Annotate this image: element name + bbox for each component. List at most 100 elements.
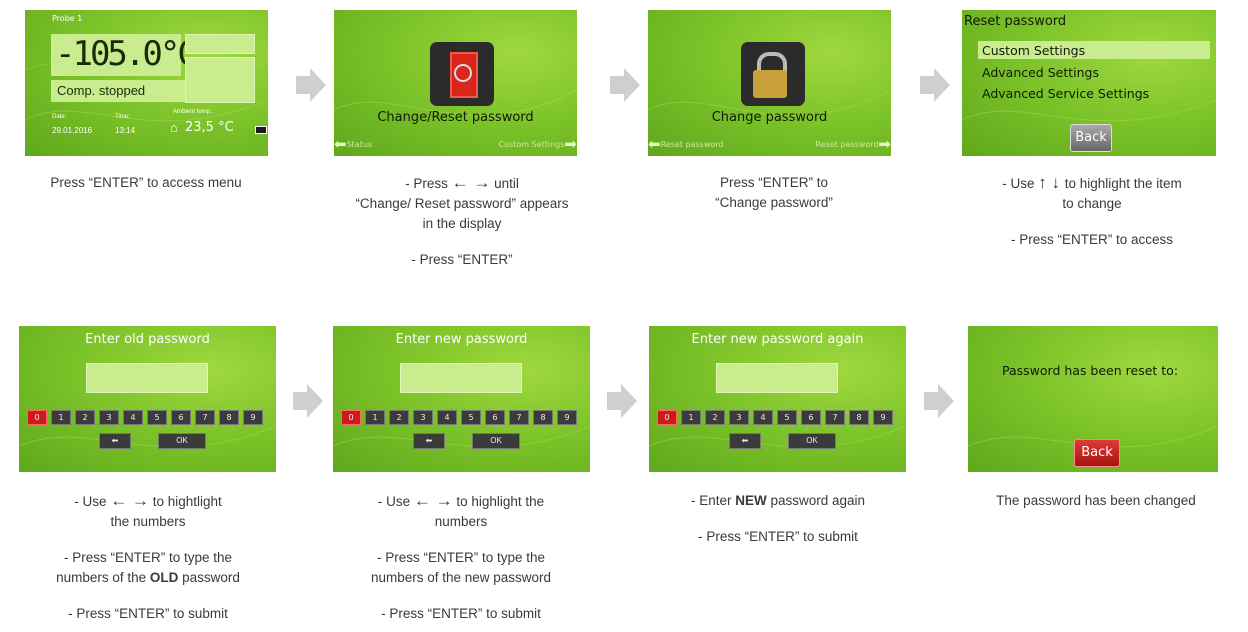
key-6[interactable]: 6 [171,410,191,425]
key-4[interactable]: 4 [753,410,773,425]
menu-item-advanced-settings[interactable]: Advanced Settings [982,65,1099,80]
key-9[interactable]: 9 [557,410,577,425]
key-8[interactable]: 8 [219,410,239,425]
empty-panel-bottom [185,57,255,103]
back-button[interactable]: Back [1070,124,1112,152]
menu-item-custom-settings[interactable]: Custom Settings [982,43,1085,58]
left-arrow-icon: ⬅ [741,436,749,445]
key-3[interactable]: 3 [729,410,749,425]
key-0[interactable]: 0 [657,410,677,425]
key-5[interactable]: 5 [777,410,797,425]
caption-step-5: - Use ← → to hightlight the numbers - Pr… [56,491,240,621]
key-7[interactable]: 7 [195,410,215,425]
background-swirl [19,425,276,448]
key-2[interactable]: 2 [705,410,725,425]
caption-step-6: - Use ← → to highlight the numbers - Pre… [370,491,552,621]
numpad: 0 1 2 3 4 5 6 7 8 9 [657,410,893,425]
left-arrow-icon: ⬅ [111,436,119,445]
menu-item-advanced-service-settings[interactable]: Advanced Service Settings [982,86,1149,101]
status-box: Comp. stopped [51,80,185,102]
key-7[interactable]: 7 [825,410,845,425]
home-icon: ⌂ [170,120,178,135]
padlock-icon [741,42,805,106]
backspace-key[interactable]: ⬅ [99,433,131,449]
step-arrow-icon [293,384,323,418]
key-4[interactable]: 4 [123,410,143,425]
key-0[interactable]: 0 [341,410,361,425]
screen-change-password: Change password ⬅ Reset password Reset p… [648,10,891,156]
key-7[interactable]: 7 [509,410,529,425]
screen-status: Probe 1 -105.0°C Comp. stopped Date: 29.… [25,10,268,156]
time-label: Time: [115,114,130,120]
background-swirl [649,425,906,448]
key-5[interactable]: 5 [147,410,167,425]
backspace-key[interactable]: ⬅ [729,433,761,449]
key-2[interactable]: 2 [389,410,409,425]
key-6[interactable]: 6 [801,410,821,425]
key-1[interactable]: 1 [51,410,71,425]
password-input[interactable] [86,363,208,393]
caption-step-1: Press “ENTER” to access menu [50,175,242,190]
screen-title: Change/Reset password [377,110,534,125]
ok-key[interactable]: OK [788,433,836,449]
date-value: 29.01.2016 [52,126,93,135]
key-8[interactable]: 8 [533,410,553,425]
caption-step-3: Press “ENTER” to “Change password” [715,175,833,210]
caption-step-8: The password has been changed [996,493,1196,508]
battery-icon [255,126,267,134]
key-6[interactable]: 6 [485,410,505,425]
key-1[interactable]: 1 [365,410,385,425]
password-input[interactable] [716,363,838,393]
backspace-key[interactable]: ⬅ [413,433,445,449]
password-input[interactable] [400,363,522,393]
nav-left-status[interactable]: ⬅ Status [334,135,372,153]
left-arrow-icon: ⬅ [334,135,347,153]
ambient-label: Ambient temp.: [173,109,214,115]
key-9[interactable]: 9 [243,410,263,425]
confirmation-message: Password has been reset to: [1002,363,1179,378]
key-9[interactable]: 9 [873,410,893,425]
step-arrow-icon [920,68,950,102]
key-3[interactable]: 3 [413,410,433,425]
nav-right-custom-settings[interactable]: Custom Settings ➡ [498,135,577,153]
background-swirl [333,425,590,448]
key-1[interactable]: 1 [681,410,701,425]
numpad: 0 1 2 3 4 5 6 7 8 9 [341,410,577,425]
nav-left-reset-password[interactable]: ⬅ Reset password [648,135,723,153]
key-2[interactable]: 2 [75,410,95,425]
screen-reset-password-menu: Reset password Custom Settings Advanced … [962,10,1216,156]
time-value: 13:14 [115,126,136,135]
key-4[interactable]: 4 [437,410,457,425]
left-right-arrows-icon: ← → [110,491,149,510]
caption-step-4: - Use ↑ ↓ to highlight the item to chang… [1002,173,1182,247]
screen-enter-new-password: Enter new password 0 1 2 3 4 5 6 7 8 9 ⬅… [333,326,590,472]
step-arrow-icon [296,68,326,102]
probe-label: Probe 1 [52,14,83,23]
key-0[interactable]: 0 [27,410,47,425]
right-arrow-icon: ➡ [878,135,891,153]
left-arrow-icon: ⬅ [425,436,433,445]
step-arrow-icon [610,68,640,102]
screen-title: Change password [711,110,828,125]
step-arrow-icon [924,384,954,418]
key-5[interactable]: 5 [461,410,481,425]
ambient-value: 23,5 °C [185,120,234,135]
up-down-arrows-icon: ↑ ↓ [1038,173,1065,192]
empty-panel-top [185,34,255,54]
left-right-arrows-icon: ← → [451,173,491,192]
screen-enter-new-password-again: Enter new password again 0 1 2 3 4 5 6 7… [649,326,906,472]
nav-right-reset-password[interactable]: Reset password ➡ [816,135,891,153]
password-key-icon [430,42,494,106]
key-3[interactable]: 3 [99,410,119,425]
screen-title: Enter old password [85,332,210,347]
key-8[interactable]: 8 [849,410,869,425]
menu-title: Reset password [964,14,1067,29]
back-button[interactable]: Back [1074,439,1120,467]
screen-enter-old-password: Enter old password 0 1 2 3 4 5 6 7 8 9 ⬅… [19,326,276,472]
numpad: 0 1 2 3 4 5 6 7 8 9 [27,410,263,425]
temperature-display: -105.0°C [51,34,198,76]
caption-step-2: - Press ← → until “Change/ Reset passwor… [355,173,569,267]
ok-key[interactable]: OK [158,433,206,449]
ok-key[interactable]: OK [472,433,520,449]
left-arrow-icon: ⬅ [648,135,661,153]
